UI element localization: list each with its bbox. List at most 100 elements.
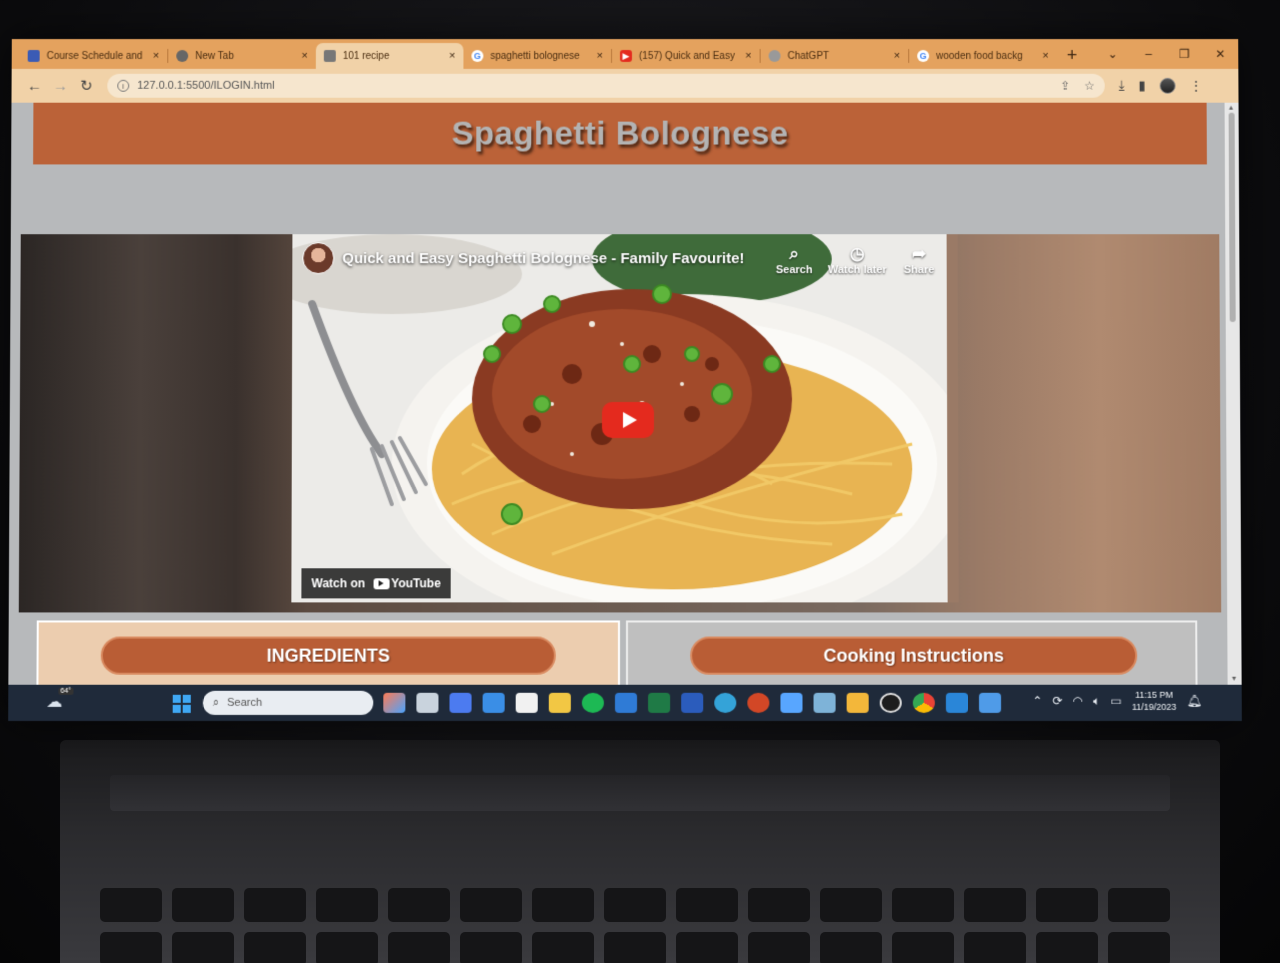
start-button[interactable] [172, 694, 191, 713]
google-favicon-icon: G [471, 49, 484, 62]
page-scrollbar[interactable]: ▲ ▼ [1224, 102, 1242, 685]
tab-youtube-video[interactable]: ▶ (157) Quick and Easy × [612, 43, 760, 69]
minimize-icon[interactable]: – [1131, 47, 1167, 61]
youtube-favicon-icon: ▶ [620, 49, 632, 62]
new-tab-button[interactable]: + [1057, 45, 1088, 66]
close-icon[interactable]: × [301, 50, 307, 62]
reload-icon[interactable]: ↻ [73, 77, 99, 95]
taskbar-search-placeholder: Search [227, 696, 263, 709]
pinned-apps [383, 692, 1002, 713]
notification-bell-icon[interactable]: 🔔︎ [1186, 694, 1201, 708]
youtube-embed[interactable]: Quick and Easy Spaghetti Bolognese - Fam… [291, 234, 959, 603]
youtube-brand-text: YouTube [391, 576, 441, 591]
tools-icon[interactable] [780, 692, 803, 713]
profile-avatar[interactable] [1159, 77, 1176, 94]
back-arrow-icon[interactable]: ← [22, 77, 48, 94]
clock[interactable]: 11:15 PM 11/19/2023 [1132, 689, 1177, 713]
video-title[interactable]: Quick and Easy Spaghetti Bolognese - Fam… [342, 250, 744, 267]
powerpoint-icon[interactable] [747, 692, 770, 713]
copilot-icon[interactable] [383, 692, 406, 713]
vscode-icon[interactable] [945, 692, 968, 713]
share-icon: ➦ [911, 244, 927, 264]
close-window-icon[interactable]: ✕ [1202, 47, 1238, 61]
excel-icon[interactable] [648, 692, 671, 713]
google-favicon-icon: G [917, 49, 930, 62]
edge-dev-icon[interactable] [614, 692, 638, 713]
calendar-icon[interactable] [515, 692, 538, 713]
clock-icon: ◷ [849, 244, 865, 264]
ingredients-button[interactable]: INGREDIENTS [100, 636, 556, 675]
course-favicon-icon [27, 49, 40, 62]
taskbar-search[interactable]: ⌕ Search [202, 690, 374, 715]
folder-icon[interactable] [548, 692, 571, 713]
weather-badge: 64° [58, 687, 74, 695]
page-title: Spaghetti Bolognese [451, 114, 789, 152]
cloud-icon: ☁ [46, 693, 63, 711]
window-controls: ⌄ – ❐ ✕ [1095, 39, 1239, 69]
scroll-up-icon[interactable]: ▲ [1228, 105, 1235, 112]
desktop-icon[interactable] [416, 692, 439, 713]
cooking-instructions-button[interactable]: Cooking Instructions [690, 636, 1138, 675]
instructions-card: Cooking Instructions [626, 620, 1198, 685]
chrome-icon[interactable] [912, 692, 935, 713]
tab-new-tab[interactable]: New Tab × [168, 43, 316, 69]
chart-app-icon[interactable] [846, 692, 869, 713]
close-icon[interactable]: × [1042, 50, 1048, 62]
close-icon[interactable]: × [449, 50, 455, 62]
battery-icon[interactable]: ▭ [1110, 694, 1121, 708]
github-icon[interactable] [879, 692, 902, 713]
tab-course-schedule[interactable]: Course Schedule and × [20, 43, 168, 69]
share-page-icon[interactable]: ⇪ [1060, 79, 1070, 93]
clock-time: 11:15 PM [1135, 689, 1174, 700]
ingredients-card: INGREDIENTS [36, 620, 620, 685]
scroll-down-icon[interactable]: ▼ [1231, 676, 1238, 683]
play-button[interactable] [601, 402, 655, 439]
restore-icon[interactable]: ❐ [1166, 47, 1202, 61]
tab-wooden-food[interactable]: G wooden food backg × [909, 43, 1057, 69]
youtube-play-icon [373, 577, 390, 589]
keyboard-row [100, 888, 1170, 922]
watch-later-button[interactable]: ◷ Watch later [828, 244, 887, 276]
info-icon[interactable]: i [117, 79, 130, 92]
share-button[interactable]: ➦ Share [904, 244, 935, 276]
download-icon[interactable]: ⤓ [1119, 78, 1125, 94]
keyboard-row [100, 932, 1170, 963]
video-search-button[interactable]: ⌕ Search [776, 244, 813, 276]
sync-icon[interactable]: ⟳ [1052, 694, 1062, 708]
teams-icon[interactable] [449, 692, 472, 713]
chatgpt-favicon-icon [768, 49, 781, 62]
search-icon: ⌕ [789, 244, 799, 264]
edge-icon[interactable] [714, 692, 737, 713]
weather-widget[interactable]: ☁ 64° [46, 687, 74, 712]
control-label: Share [903, 264, 935, 277]
browser-toolbar: ← → ↻ i 127.0.0.1:5500/ILOGIN.html ⇪ ☆ ⤓… [11, 68, 1239, 103]
snipping-icon[interactable] [813, 692, 836, 713]
wifi-icon[interactable]: ◠ [1073, 694, 1084, 708]
close-icon[interactable]: × [894, 50, 900, 62]
close-icon[interactable]: × [597, 50, 603, 62]
radio-favicon-icon [323, 49, 336, 62]
bookmark-star-icon[interactable]: ☆ [1084, 79, 1095, 93]
close-icon[interactable]: × [745, 50, 751, 62]
word-icon[interactable] [681, 692, 704, 713]
spotify-icon[interactable] [581, 692, 604, 713]
scrollbar-thumb[interactable] [1228, 112, 1236, 323]
system-tray: ⌃ ⟳ ◠ 🔈︎ ▭ 11:15 PM 11/19/2023 🔔︎ [1032, 689, 1201, 713]
mail-icon[interactable] [482, 692, 505, 713]
tab-label: spaghetti bolognese [490, 50, 580, 62]
tab-chatgpt[interactable]: ChatGPT × [761, 43, 909, 69]
side-panel-icon[interactable]: ▮ [1138, 78, 1145, 94]
close-icon[interactable]: × [153, 50, 159, 62]
address-bar[interactable]: i 127.0.0.1:5500/ILOGIN.html ⇪ ☆ [107, 73, 1105, 98]
search-icon: ⌕ [212, 696, 220, 709]
watch-on-youtube-button[interactable]: Watch on YouTube [301, 568, 451, 599]
tab-101-recipe[interactable]: 101 recipe × [315, 43, 464, 69]
chevron-up-icon[interactable]: ⌃ [1032, 694, 1042, 708]
channel-avatar[interactable] [302, 242, 335, 275]
chevron-down-icon[interactable]: ⌄ [1095, 47, 1131, 61]
tab-spaghetti-search[interactable]: G spaghetti bolognese × [463, 43, 611, 69]
volume-icon[interactable]: 🔈︎ [1093, 693, 1100, 708]
menu-kebab-icon[interactable]: ⋮ [1189, 78, 1202, 94]
notepad-icon[interactable] [978, 692, 1002, 713]
forward-arrow-icon[interactable]: → [47, 77, 73, 94]
